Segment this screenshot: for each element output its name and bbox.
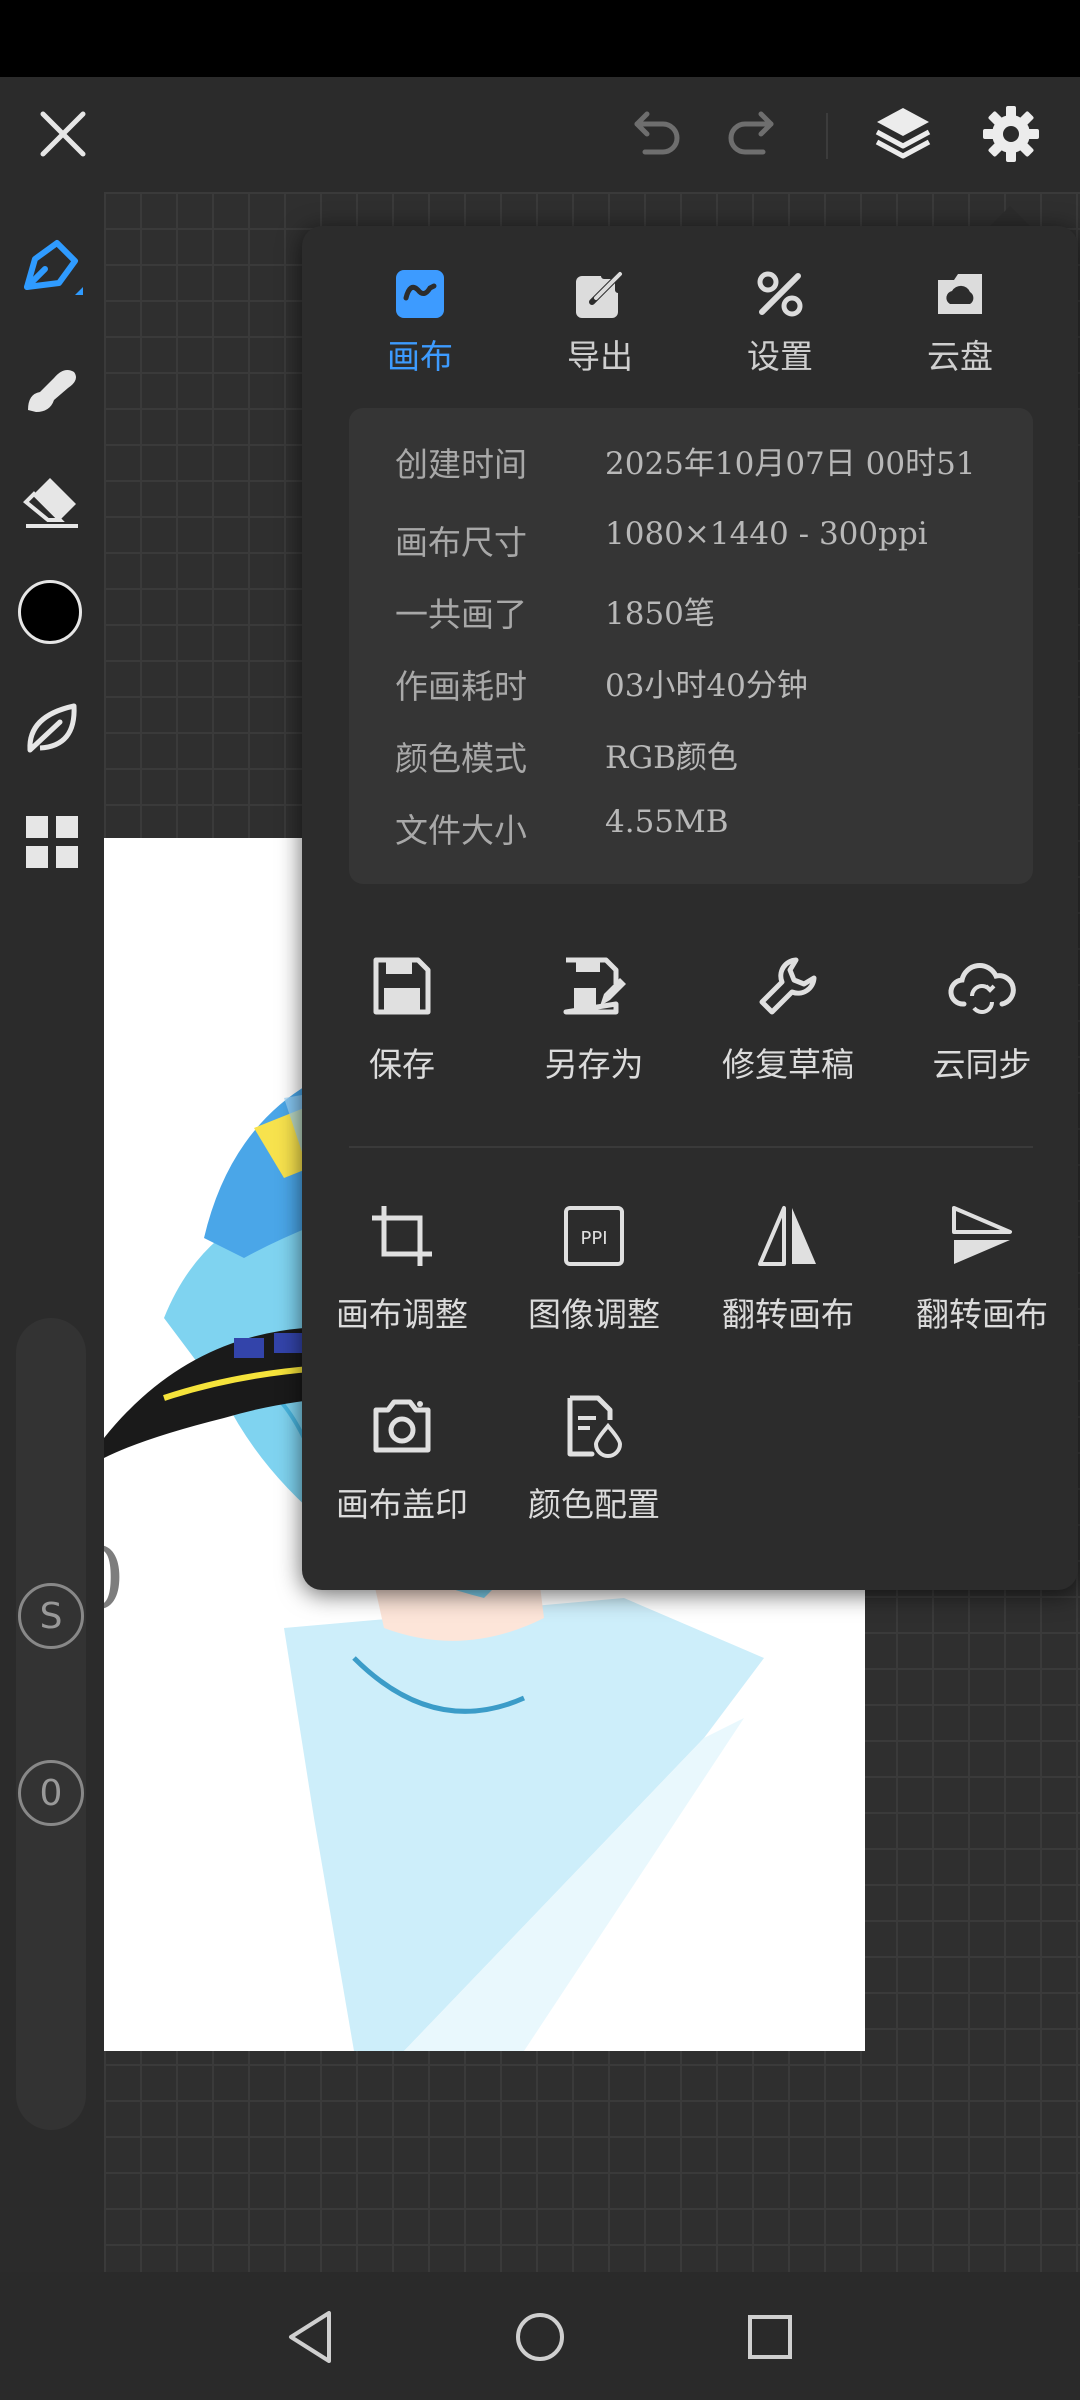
redo-button[interactable] xyxy=(718,103,788,167)
back-triangle-icon xyxy=(289,2311,331,2363)
redo-icon xyxy=(728,111,774,155)
flip-vertical-icon xyxy=(952,1206,1012,1264)
info-row-duration: 作画耗时 03小时40分钟 xyxy=(349,660,1033,720)
tab-canvas-label: 画布 xyxy=(387,337,453,376)
export-icon xyxy=(576,272,622,318)
brush-tool-button[interactable] xyxy=(14,230,90,306)
info-row-strokes: 一共画了 1850笔 xyxy=(349,588,1033,648)
info-key: 文件大小 xyxy=(395,811,527,850)
save-button[interactable]: 保存 xyxy=(302,946,502,1096)
canvas-stamp-button[interactable]: 画布盖印 xyxy=(302,1386,502,1536)
cloud-sync-button[interactable]: 云同步 xyxy=(882,946,1080,1096)
close-icon xyxy=(40,111,86,157)
cloud-drive-icon xyxy=(938,274,982,314)
canvas-adjust-label: 画布调整 xyxy=(336,1295,468,1334)
cloud-sync-label: 云同步 xyxy=(932,1045,1032,1084)
settings-button[interactable] xyxy=(976,99,1046,169)
actions-divider xyxy=(349,1146,1033,1148)
gear-icon xyxy=(983,106,1039,162)
zero-button[interactable]: 0 xyxy=(18,1760,84,1826)
canvas-menu-panel: 画布 导出 设置 云盘 创建时间 2025年10月07日 00时51 画布尺寸 … xyxy=(302,226,1078,1590)
eraser-tool-button[interactable] xyxy=(14,462,90,538)
undo-icon xyxy=(634,111,680,155)
info-row-color-mode: 颜色模式 RGB颜色 xyxy=(349,732,1033,792)
tab-settings-label: 设置 xyxy=(747,337,813,376)
image-adjust-label: 图像调整 xyxy=(528,1295,660,1334)
save-label: 保存 xyxy=(369,1045,435,1084)
camera-icon xyxy=(373,1399,431,1453)
tab-export[interactable]: 导出 xyxy=(510,262,690,392)
recents-button[interactable] xyxy=(730,2302,810,2372)
save-as-icon xyxy=(563,957,626,1015)
save-as-button[interactable]: 另存为 xyxy=(494,946,694,1096)
brush-settings-button[interactable] xyxy=(14,690,90,766)
flip-vertical-label: 翻转画布 xyxy=(916,1295,1048,1334)
save-icon xyxy=(373,957,431,1015)
canvas-info-box: 创建时间 2025年10月07日 00时51分 画布尺寸 1080×1440 -… xyxy=(349,408,1033,884)
canvas-adjust-button[interactable]: 画布调整 xyxy=(302,1196,502,1346)
wrench-icon xyxy=(759,957,817,1015)
undo-button[interactable] xyxy=(620,103,690,167)
info-row-created: 创建时间 2025年10月07日 00时51分 xyxy=(349,438,1033,498)
color-picker-button[interactable] xyxy=(18,580,82,644)
repair-draft-button[interactable]: 修复草稿 xyxy=(688,946,888,1096)
flip-horizontal-button[interactable]: 翻转画布 xyxy=(688,1196,888,1346)
color-profile-icon xyxy=(567,1395,623,1458)
pen-icon xyxy=(24,240,83,295)
system-nav-bar xyxy=(0,2272,1080,2400)
info-value: 1850笔 xyxy=(605,596,715,632)
info-value: 2025年10月07日 00时51分 xyxy=(605,446,976,482)
home-circle-icon xyxy=(516,2313,564,2361)
color-profile-label: 颜色配置 xyxy=(528,1485,660,1524)
color-profile-button[interactable]: 颜色配置 xyxy=(494,1386,694,1536)
toolbar-divider xyxy=(826,113,828,159)
grid-icon xyxy=(26,816,78,868)
panel-pointer xyxy=(990,206,1030,226)
tools-icon xyxy=(757,271,803,317)
materials-button[interactable] xyxy=(14,804,90,880)
repair-draft-label: 修复草稿 xyxy=(722,1045,854,1084)
tab-export-label: 导出 xyxy=(567,337,633,376)
cloud-sync-icon xyxy=(948,963,1016,1014)
flip-vertical-button[interactable]: 翻转画布 xyxy=(882,1196,1080,1346)
info-value: 4.55MB xyxy=(605,804,729,840)
brush-size-slider[interactable] xyxy=(16,1318,86,2130)
home-button[interactable] xyxy=(500,2302,580,2372)
svg-text:PPI: PPI xyxy=(580,1228,607,1249)
image-adjust-button[interactable]: PPI 图像调整 xyxy=(494,1196,694,1346)
smudge-tool-button[interactable] xyxy=(14,348,90,424)
flip-horizontal-icon xyxy=(758,1206,816,1266)
crop-icon xyxy=(372,1206,432,1266)
info-key: 颜色模式 xyxy=(395,739,527,778)
status-bar xyxy=(0,0,1080,77)
layers-icon xyxy=(875,108,931,159)
tab-cloud-drive[interactable]: 云盘 xyxy=(870,262,1050,392)
smudge-icon xyxy=(28,370,76,412)
info-row-file-size: 文件大小 4.55MB xyxy=(349,804,1033,864)
save-as-label: 另存为 xyxy=(544,1045,644,1084)
info-value: 1080×1440 - 300ppi xyxy=(605,516,928,552)
flip-horizontal-label: 翻转画布 xyxy=(722,1295,854,1334)
eraser-icon xyxy=(23,478,78,528)
info-row-size: 画布尺寸 1080×1440 - 300ppi xyxy=(349,516,1033,576)
info-key: 一共画了 xyxy=(395,595,527,634)
ppi-icon: PPI xyxy=(564,1206,624,1266)
back-button[interactable] xyxy=(270,2302,350,2372)
tab-canvas[interactable]: 画布 xyxy=(330,262,510,392)
info-key: 画布尺寸 xyxy=(395,523,527,562)
layers-button[interactable] xyxy=(868,99,938,169)
info-value: RGB颜色 xyxy=(605,740,738,776)
s-button[interactable]: S xyxy=(18,1583,84,1649)
canvas-icon xyxy=(396,270,444,318)
info-key: 作画耗时 xyxy=(395,667,527,706)
tab-settings[interactable]: 设置 xyxy=(690,262,870,392)
info-key: 创建时间 xyxy=(395,445,527,484)
info-value: 03小时40分钟 xyxy=(605,668,808,704)
recents-square-icon xyxy=(748,2315,792,2359)
leaf-icon xyxy=(27,703,77,753)
canvas-stamp-label: 画布盖印 xyxy=(336,1485,468,1524)
close-button[interactable] xyxy=(28,99,98,169)
top-toolbar xyxy=(0,77,1080,192)
tab-cloud-drive-label: 云盘 xyxy=(927,337,993,376)
